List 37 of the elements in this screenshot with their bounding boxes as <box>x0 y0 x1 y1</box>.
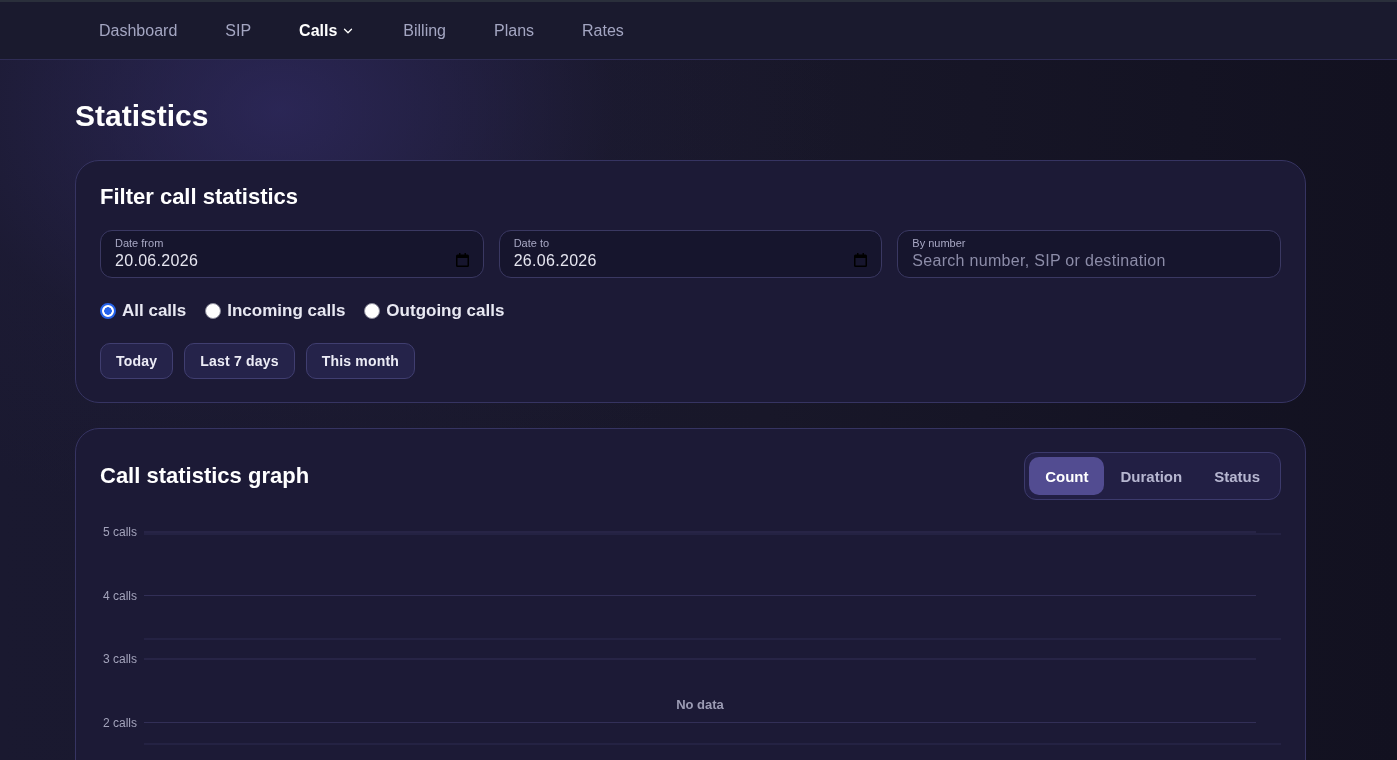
radio-label[interactable]: Outgoing calls <box>386 299 505 323</box>
date-range-button[interactable]: Last 7 days <box>184 343 295 379</box>
calendar-icon <box>854 253 868 267</box>
field-label: Date from <box>115 237 164 250</box>
date-input[interactable]: 20.06.2026 <box>115 250 448 271</box>
nav-link[interactable]: Plans <box>494 20 535 41</box>
page-title: Statistics <box>75 98 209 134</box>
mode-tab[interactable]: Status <box>1198 457 1276 495</box>
radio-button[interactable] <box>364 303 381 319</box>
nav-link[interactable]: Dashboard <box>99 20 178 41</box>
search-field[interactable]: By number Search number, SIP or destination <box>897 230 1281 278</box>
radio-button[interactable] <box>100 303 116 319</box>
nav-link[interactable]: Rates <box>582 20 624 41</box>
date-field[interactable]: Date to 26.06.2026 <box>498 230 883 278</box>
date-range-button[interactable]: This month <box>305 343 416 379</box>
nav-link[interactable]: Calls <box>299 20 356 41</box>
radio-button[interactable] <box>205 303 222 319</box>
radio-label[interactable]: Incoming calls <box>227 299 346 323</box>
axis-label: 5 calls <box>103 525 137 539</box>
empty-graph-message: No data <box>676 697 724 712</box>
date-input[interactable]: 26.06.2026 <box>513 250 847 271</box>
field-label: Date to <box>513 237 550 250</box>
card-title: Call statistics graph <box>100 463 310 489</box>
nav-link[interactable]: Billing <box>403 20 446 41</box>
date-range-button[interactable]: Today <box>100 343 174 379</box>
axis-label: 3 calls <box>103 652 137 666</box>
axis-label: 2 calls <box>103 715 137 730</box>
radio-label[interactable]: All calls <box>122 299 187 323</box>
mode-tab[interactable]: Duration <box>1104 457 1199 495</box>
mode-tab[interactable]: Count <box>1029 457 1105 495</box>
search-input[interactable]: Search number, SIP or destination <box>912 250 1266 271</box>
field-label: By number <box>912 237 966 250</box>
nav-link[interactable]: SIP <box>225 20 252 41</box>
axis-label: 4 calls <box>103 588 137 603</box>
card-title: Filter call statistics <box>100 184 299 210</box>
calendar-icon <box>455 253 469 267</box>
date-field[interactable]: Date from 20.06.2026 <box>100 230 484 278</box>
